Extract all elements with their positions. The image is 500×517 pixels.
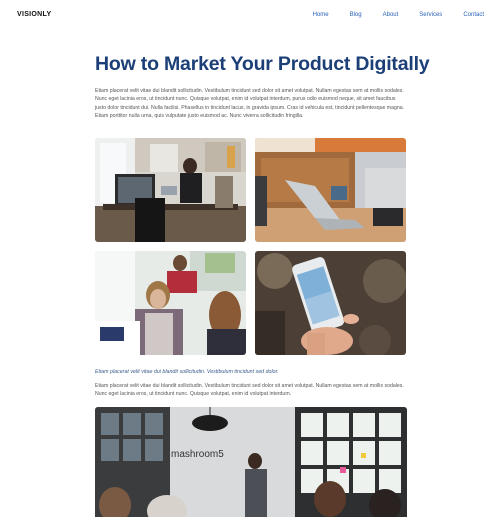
article-intro: Etiam placerat velit vitae dui blandit s… (95, 88, 405, 120)
article-title: How to Market Your Product Digitally (95, 53, 430, 75)
office-desk-photo (95, 138, 246, 242)
brand-logo[interactable]: VISIONLY (17, 11, 51, 18)
presentation-room-photo: mashroom5 (95, 407, 407, 517)
image-caption: Etiam placerat velit vitae dui blandit s… (95, 369, 279, 376)
smartphone-photo (255, 251, 406, 355)
nav-contact-link[interactable]: Contact (463, 12, 484, 18)
wall-sign-text: mashroom5 (171, 449, 224, 460)
laptop-desk-photo (255, 138, 406, 242)
nav-home-link[interactable]: Home (313, 12, 329, 18)
main-nav: Home Blog About Services Contact (313, 12, 484, 18)
nav-about-link[interactable]: About (383, 12, 399, 18)
article-body: Etiam placerat velit vitae dui blandit s… (95, 383, 404, 398)
nav-blog-link[interactable]: Blog (350, 12, 362, 18)
meeting-photo (95, 251, 246, 355)
nav-services-link[interactable]: Services (419, 12, 442, 18)
